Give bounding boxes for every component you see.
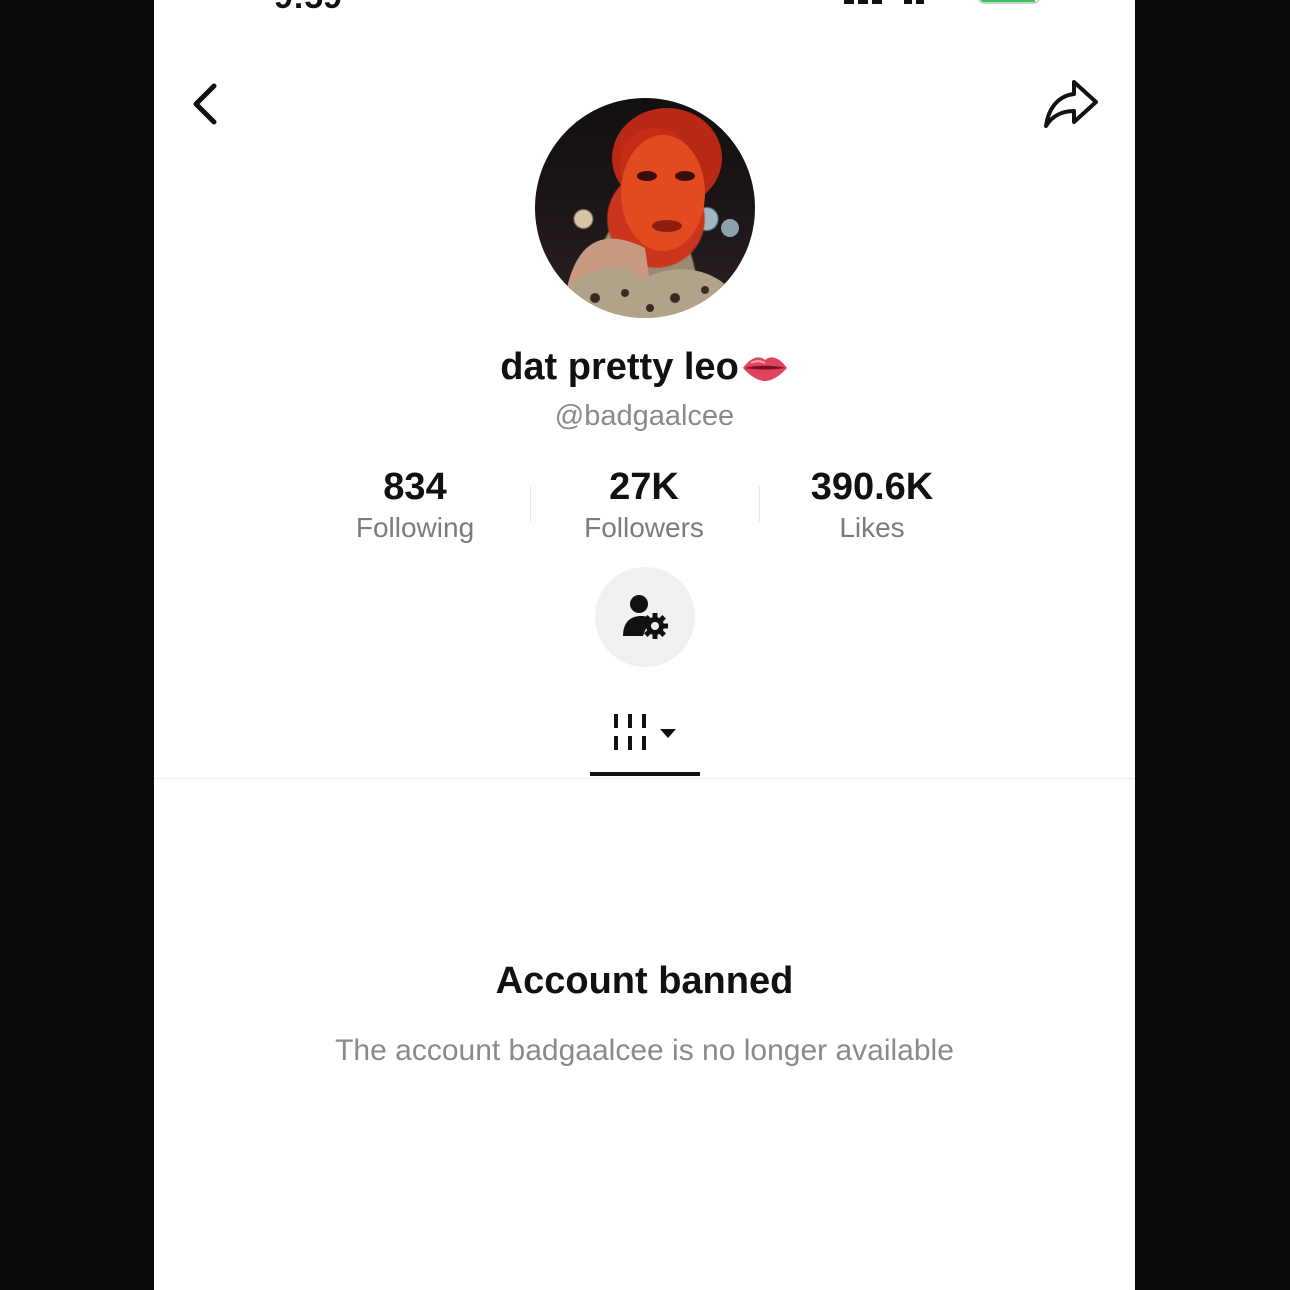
profile-settings-button[interactable]: [595, 567, 695, 667]
battery-level-fill: [980, 0, 1036, 2]
signal-icon: [844, 0, 924, 4]
status-time: 9:59: [274, 0, 342, 17]
username: @badgaalcee: [554, 400, 735, 432]
share-arrow-icon: [1044, 80, 1098, 128]
stat-followers[interactable]: 27K Followers: [544, 464, 744, 546]
lips-icon: [741, 350, 789, 393]
avatar[interactable]: [535, 98, 755, 318]
tabs-divider: [154, 778, 1135, 779]
display-name: dat pretty leo: [154, 346, 1135, 393]
display-name-text: dat pretty leo: [500, 346, 739, 388]
stat-value: 834: [383, 466, 447, 508]
stat-value: 27K: [609, 466, 679, 508]
stat-label: Likes: [839, 512, 905, 543]
chevron-left-icon: [193, 83, 217, 125]
battery-icon: [978, 0, 1040, 4]
tab-videos-grid[interactable]: [590, 696, 700, 780]
stat-divider: [759, 486, 760, 522]
stat-divider: [530, 486, 531, 522]
active-tab-indicator: [590, 772, 700, 776]
person-gear-icon: [623, 595, 668, 639]
grid-dropdown-icon: [614, 714, 676, 750]
share-button[interactable]: [1042, 78, 1100, 130]
back-button[interactable]: [184, 80, 228, 128]
stat-label: Following: [355, 512, 475, 543]
avatar-photo: [555, 108, 745, 318]
profile-screen: 9:59: [154, 0, 1135, 1290]
stat-likes[interactable]: 390.6K Likes: [772, 464, 972, 546]
banned-description: The account badgaalcee is no longer avai…: [335, 1034, 954, 1067]
stat-value: 390.6K: [810, 466, 934, 508]
banned-title: Account banned: [495, 960, 794, 1002]
stat-label: Followers: [584, 512, 704, 543]
stat-following[interactable]: 834 Following: [315, 464, 515, 546]
